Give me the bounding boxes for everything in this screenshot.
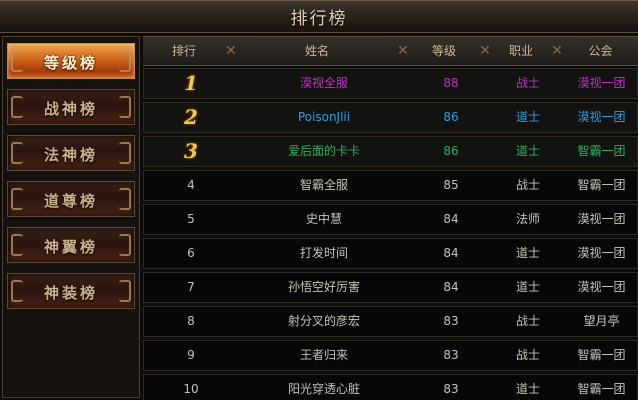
cell-rank: 10 <box>183 382 199 396</box>
cell-name: 王者归来 <box>299 348 348 362</box>
header-divider-icon: ✕ <box>479 43 491 59</box>
cell-name: PoisonJlii <box>297 110 351 124</box>
cell-job: 战士 <box>515 314 540 328</box>
cell-name: 射分叉的彦宏 <box>287 314 360 328</box>
cell-name: 漠视全服 <box>299 76 348 90</box>
cell-name: 孙悟空好厉害 <box>287 280 360 294</box>
table-row[interactable]: 8 射分叉的彦宏 83 战士 望月亭 <box>143 306 638 337</box>
tab-equipment-ranking[interactable]: 神装榜 <box>7 273 135 309</box>
cell-job: 战士 <box>515 178 540 192</box>
cell-level: 85 <box>443 178 459 192</box>
cell-level: 83 <box>443 382 459 396</box>
header-guild[interactable]: 公会 <box>563 37 638 65</box>
ranking-table: 排行 ✕ 姓名 ✕ 等级 ✕ 职业 ✕ 公会 1 漠视全服 88 战士 漠视一团 2 Poi… <box>143 36 638 400</box>
tab-label: 神翼榜 <box>43 238 98 256</box>
cell-guild: 智霸一团 <box>577 382 626 396</box>
cell-rank: 1 <box>184 71 198 95</box>
cell-job: 道士 <box>515 144 540 158</box>
table-row[interactable]: 6 打发时间 84 道士 漠视一团 <box>143 238 638 269</box>
cell-level: 84 <box>443 246 459 260</box>
tab-magic-god-ranking[interactable]: 法神榜 <box>7 135 135 171</box>
cell-rank: 6 <box>187 246 195 260</box>
cell-rank: 8 <box>187 314 195 328</box>
cell-name: 智霸全服 <box>299 178 348 192</box>
cell-guild: 漠视一团 <box>577 76 626 90</box>
cell-level: 86 <box>443 144 459 158</box>
cell-level: 83 <box>443 348 459 362</box>
header-name[interactable]: 姓名 <box>237 37 397 65</box>
table-row[interactable]: 1 漠视全服 88 战士 漠视一团 <box>143 68 638 99</box>
cell-job: 道士 <box>515 280 540 294</box>
table-row[interactable]: 9 王者归来 83 战士 智霸一团 <box>143 340 638 371</box>
cell-level: 86 <box>443 110 459 124</box>
tab-label: 神装榜 <box>43 284 98 302</box>
cell-guild: 漠视一团 <box>577 110 626 124</box>
cell-guild: 漠视一团 <box>577 280 626 294</box>
cell-rank: 3 <box>184 139 198 163</box>
window-title: 排行榜 <box>290 9 348 29</box>
header-divider-icon: ✕ <box>397 43 409 59</box>
tab-label: 等级榜 <box>43 54 98 72</box>
header-job[interactable]: 职业 <box>491 37 551 65</box>
cell-rank: 2 <box>184 105 198 129</box>
cell-guild: 智霸一团 <box>577 178 626 192</box>
cell-job: 战士 <box>515 348 540 362</box>
cell-job: 法师 <box>515 212 540 226</box>
cell-rank: 9 <box>187 348 195 362</box>
table-row[interactable]: 5 史中慧 84 法师 漠视一团 <box>143 204 638 235</box>
cell-job: 道士 <box>515 246 540 260</box>
tab-war-god-ranking[interactable]: 战神榜 <box>7 89 135 125</box>
table-header: 排行 ✕ 姓名 ✕ 等级 ✕ 职业 ✕ 公会 <box>143 36 638 66</box>
header-level[interactable]: 等级 <box>409 37 479 65</box>
cell-name: 史中慧 <box>305 212 342 226</box>
table-row[interactable]: 4 智霸全服 85 战士 智霸一团 <box>143 170 638 201</box>
tab-level-ranking[interactable]: 等级榜 <box>7 43 135 79</box>
header-divider-icon: ✕ <box>225 43 237 59</box>
tab-label: 战神榜 <box>43 100 98 118</box>
cell-job: 道士 <box>515 110 540 124</box>
table-row[interactable]: 3 爱后面的卡卡 86 道士 智霸一团 <box>143 136 638 167</box>
cell-level: 83 <box>443 314 459 328</box>
cell-guild: 漠视一团 <box>577 246 626 260</box>
table-row[interactable]: 2 PoisonJlii 86 道士 漠视一团 <box>143 102 638 133</box>
ranking-category-sidebar: 等级榜 战神榜 法神榜 道尊榜 神翼榜 神装榜 <box>2 36 140 398</box>
cell-guild: 漠视一团 <box>577 212 626 226</box>
cell-level: 84 <box>443 212 459 226</box>
header-rank[interactable]: 排行 <box>143 37 225 65</box>
cell-job: 战士 <box>515 76 540 90</box>
cell-guild: 智霸一团 <box>577 144 626 158</box>
cell-name: 爱后面的卡卡 <box>287 144 360 158</box>
tab-wings-ranking[interactable]: 神翼榜 <box>7 227 135 263</box>
title-bar: 排行榜 <box>0 0 638 33</box>
cell-level: 84 <box>443 280 459 294</box>
table-row[interactable]: 10 阳光穿透心脏 83 道士 智霸一团 <box>143 374 638 400</box>
tab-label: 道尊榜 <box>43 192 98 210</box>
tab-taoist-ranking[interactable]: 道尊榜 <box>7 181 135 217</box>
cell-name: 打发时间 <box>299 246 348 260</box>
cell-name: 阳光穿透心脏 <box>287 382 360 396</box>
cell-job: 道士 <box>515 382 540 396</box>
cell-level: 88 <box>443 76 459 90</box>
cell-rank: 7 <box>187 280 195 294</box>
cell-rank: 5 <box>187 212 195 226</box>
tab-label: 法神榜 <box>43 146 98 164</box>
cell-guild: 智霸一团 <box>577 348 626 362</box>
cell-rank: 4 <box>187 178 195 192</box>
header-divider-icon: ✕ <box>551 43 563 59</box>
cell-guild: 望月亭 <box>583 314 620 328</box>
table-row[interactable]: 7 孙悟空好厉害 84 道士 漠视一团 <box>143 272 638 303</box>
